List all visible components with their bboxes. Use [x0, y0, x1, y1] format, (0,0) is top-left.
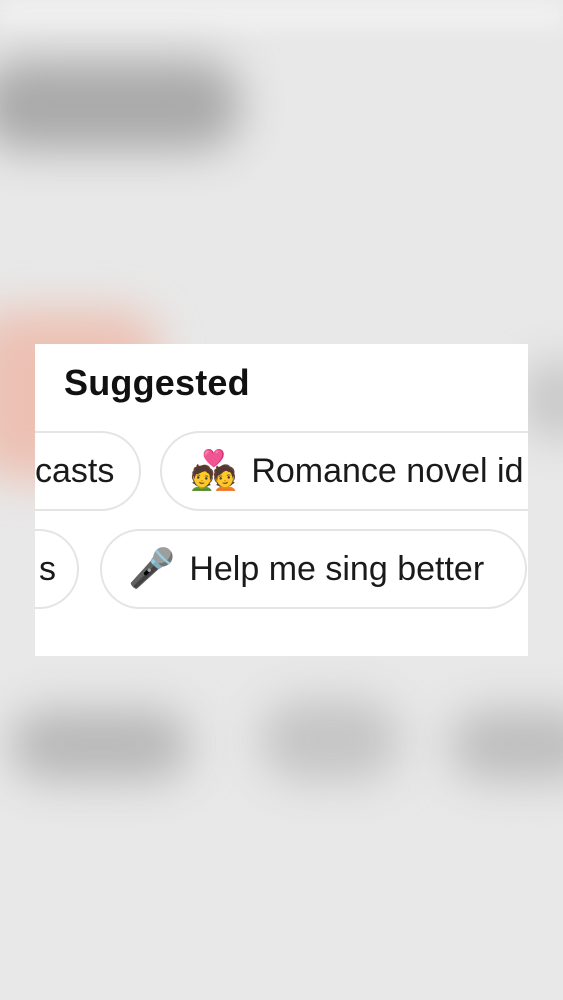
blurred-nav-item	[10, 710, 190, 780]
suggestion-chip-romance-novel[interactable]: 💑 Romance novel id	[160, 431, 528, 511]
suggestion-chip-sing-better[interactable]: 🎤 Help me sing better	[100, 529, 527, 609]
suggestion-chip-label: casts	[35, 451, 115, 490]
couple-heart-icon: 💑	[190, 450, 238, 492]
blurred-nav-item	[450, 710, 563, 780]
suggested-title: Suggested	[64, 362, 250, 403]
microphone-icon: 🎤	[128, 548, 176, 590]
suggestion-chip-label: Help me sing better	[189, 549, 485, 588]
blurred-header-block	[0, 60, 240, 150]
suggestion-chip-label: Romance novel id	[251, 451, 524, 490]
blurred-nav-item	[260, 700, 400, 780]
suggestion-chip-label: s	[39, 549, 56, 588]
suggestion-chip-podcasts[interactable]: casts	[35, 431, 141, 511]
suggested-panel: Suggested casts 💑 Romance novel id s 🎤 H…	[35, 344, 528, 656]
suggestion-chip-partial[interactable]: s	[35, 529, 79, 609]
blurred-top-bar	[0, 0, 563, 30]
